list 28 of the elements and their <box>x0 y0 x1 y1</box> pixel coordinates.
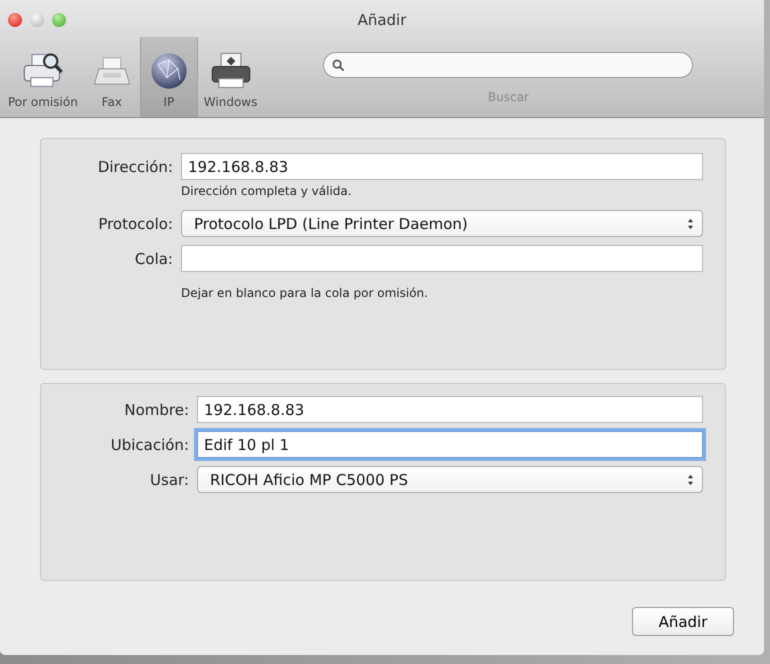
toolbar-button[interactable]: Por omisión <box>2 37 84 117</box>
search-field[interactable] <box>323 52 694 78</box>
up-down-arrows-icon <box>687 218 694 230</box>
field-label: Nombre: <box>123 400 189 418</box>
field-label: Protocolo: <box>97 214 173 232</box>
toolbar-button[interactable]: IP <box>140 37 198 117</box>
text-field[interactable]: 192.168.8.83 <box>181 153 703 180</box>
text-field[interactable]: Edif 10 pl 1 <box>197 431 703 458</box>
field-label: Cola: <box>134 250 173 268</box>
field-label: Ubicación: <box>110 436 189 454</box>
text-field[interactable] <box>181 245 703 272</box>
text-field[interactable]: 192.168.8.83 <box>197 396 703 423</box>
search-icon <box>332 58 346 72</box>
minimize-button[interactable] <box>30 13 44 27</box>
up-down-arrows-icon <box>687 474 694 486</box>
search-label: Buscar <box>488 90 529 104</box>
popup-menu[interactable]: Protocolo LPD (Line Printer Daemon) <box>181 210 703 237</box>
hint-text: Dejar en blanco para la cola por omisión. <box>181 286 429 300</box>
field-label: Usar: <box>149 470 189 488</box>
hint-text: Dirección completa y válida. <box>181 184 353 198</box>
add-button[interactable]: Añadir <box>632 607 734 636</box>
window-title: Añadir <box>356 11 408 29</box>
field-label: Dirección: <box>96 158 173 176</box>
toolbar-button[interactable]: Windows <box>198 37 264 117</box>
toolbar-button[interactable]: Fax <box>84 37 140 117</box>
popup-menu[interactable]: RICOH Aficio MP C5000 PS <box>197 466 703 493</box>
zoom-button[interactable] <box>52 13 66 27</box>
close-button[interactable] <box>8 13 22 27</box>
